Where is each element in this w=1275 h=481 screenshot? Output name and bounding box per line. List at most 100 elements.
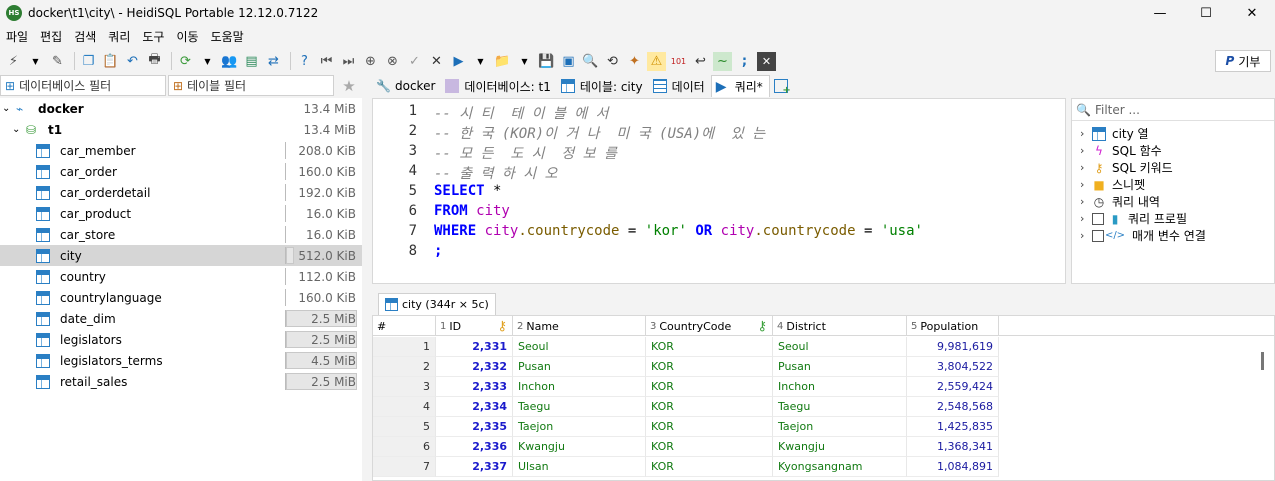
grid-scrollbar-thumb[interactable]: [1261, 352, 1264, 370]
cancel-icon[interactable]: ✕: [427, 52, 446, 71]
first-icon[interactable]: ⏮: [317, 52, 336, 71]
population-cell[interactable]: 3,804,522: [907, 357, 999, 377]
id-cell[interactable]: 2,334: [436, 397, 513, 417]
tree-table-item[interactable]: retail_sales 2.5 MiB: [0, 371, 362, 392]
countrycode-cell[interactable]: KOR: [646, 357, 773, 377]
helper-filter-input[interactable]: 🔍 Filter ...: [1072, 99, 1274, 121]
column-header-id[interactable]: 1 ID ⚷: [436, 316, 513, 336]
tree-table-item[interactable]: car_product 16.0 KiB: [0, 203, 362, 224]
district-cell[interactable]: Taejon: [773, 417, 907, 437]
expand-chevron-icon[interactable]: ⌄: [2, 103, 16, 114]
population-cell[interactable]: 1,084,891: [907, 457, 999, 477]
beautify-icon[interactable]: ✦: [625, 52, 644, 71]
population-cell[interactable]: 1,368,341: [907, 437, 999, 457]
countrycode-cell[interactable]: KOR: [646, 457, 773, 477]
countrycode-cell[interactable]: KOR: [646, 437, 773, 457]
column-header-countrycode[interactable]: 3 CountryCode ⚷: [646, 316, 773, 336]
wrap-icon[interactable]: ↩: [691, 52, 710, 71]
row-number-cell[interactable]: 5: [373, 417, 436, 437]
helper-item-snippets[interactable]: › ■ 스니펫: [1080, 176, 1145, 193]
chevron-right-icon[interactable]: ›: [1080, 212, 1092, 225]
autocomplete-icon[interactable]: ~: [713, 51, 732, 71]
tab-host[interactable]: 🔧 docker: [372, 75, 441, 97]
name-cell[interactable]: Seoul: [513, 337, 646, 357]
result-tab-city[interactable]: city (344r × 5c): [378, 293, 496, 315]
post-icon[interactable]: ✓: [405, 52, 424, 71]
dropdown-arrow-icon[interactable]: ▼: [198, 52, 217, 71]
id-cell[interactable]: 2,335: [436, 417, 513, 437]
table-row[interactable]: 4 2,334 Taegu KOR Taegu 2,548,568: [373, 397, 999, 417]
menu-search[interactable]: 검색: [74, 28, 96, 45]
tab-database[interactable]: 데이터베이스: t1: [441, 75, 556, 97]
table-filter-input[interactable]: ⊞ 테이블 필터: [168, 75, 334, 96]
tree-table-item[interactable]: car_order 160.0 KiB: [0, 161, 362, 182]
id-cell[interactable]: 2,332: [436, 357, 513, 377]
menu-file[interactable]: 파일: [6, 28, 28, 45]
result-grid[interactable]: # 1 ID ⚷ 2 Name 3 CountryCode ⚷ 4 Distri…: [372, 315, 1275, 481]
delete-icon[interactable]: ⊗: [383, 52, 402, 71]
name-cell[interactable]: Taegu: [513, 397, 646, 417]
vertical-splitter[interactable]: [362, 75, 372, 481]
binary-icon[interactable]: 101: [669, 52, 688, 71]
tree-database-t1[interactable]: ⌄ ⛁ t1 13.4 MiB: [0, 119, 362, 140]
tab-table[interactable]: 테이블: city: [557, 75, 649, 97]
id-cell[interactable]: 2,337: [436, 457, 513, 477]
row-number-cell[interactable]: 3: [373, 377, 436, 397]
help-icon[interactable]: ?: [295, 52, 314, 71]
name-cell[interactable]: Pusan: [513, 357, 646, 377]
tree-table-item[interactable]: legislators 2.5 MiB: [0, 329, 362, 350]
table-row[interactable]: 1 2,331 Seoul KOR Seoul 9,981,619: [373, 337, 999, 357]
favorites-star-icon[interactable]: ★: [334, 75, 364, 97]
undo-icon[interactable]: ↶: [123, 52, 142, 71]
countrycode-cell[interactable]: KOR: [646, 377, 773, 397]
save-icon[interactable]: 💾: [537, 52, 556, 71]
helper-item-columns[interactable]: › city 열: [1080, 125, 1149, 142]
refresh-icon[interactable]: ⟳: [176, 52, 195, 71]
find-icon[interactable]: 🔍: [581, 52, 600, 71]
paste-icon[interactable]: 📋: [101, 52, 120, 71]
profile-checkbox[interactable]: [1092, 212, 1104, 225]
chevron-right-icon[interactable]: ›: [1080, 178, 1092, 191]
open-folder-icon[interactable]: 📁: [493, 52, 512, 71]
table-row[interactable]: 3 2,333 Inchon KOR Inchon 2,559,424: [373, 377, 999, 397]
row-number-cell[interactable]: 2: [373, 357, 436, 377]
countrycode-cell[interactable]: KOR: [646, 337, 773, 357]
menu-goto[interactable]: 이동: [176, 28, 198, 45]
disconnect-icon[interactable]: ✎: [48, 52, 67, 71]
name-cell[interactable]: Ulsan: [513, 457, 646, 477]
chevron-right-icon[interactable]: ›: [1080, 229, 1092, 242]
row-number-cell[interactable]: 4: [373, 397, 436, 417]
replace-icon[interactable]: ⟲: [603, 52, 622, 71]
database-filter-input[interactable]: ⊞ 데이터베이스 필터: [0, 75, 166, 96]
name-cell[interactable]: Inchon: [513, 377, 646, 397]
chevron-right-icon[interactable]: ›: [1080, 127, 1092, 140]
id-cell[interactable]: 2,331: [436, 337, 513, 357]
copy-icon[interactable]: ❐: [79, 52, 98, 71]
chevron-right-icon[interactable]: ›: [1080, 161, 1092, 174]
tab-query[interactable]: ▶ 쿼리*: [710, 75, 770, 97]
district-cell[interactable]: Taegu: [773, 397, 907, 417]
menu-edit[interactable]: 편집: [40, 28, 62, 45]
row-number-cell[interactable]: 1: [373, 337, 436, 357]
district-cell[interactable]: Kyongsangnam: [773, 457, 907, 477]
semicolon-icon[interactable]: ;: [735, 52, 754, 71]
donate-button[interactable]: P 기부: [1215, 50, 1271, 72]
row-number-cell[interactable]: 6: [373, 437, 436, 457]
table-row[interactable]: 2 2,332 Pusan KOR Pusan 3,804,522: [373, 357, 999, 377]
user-manager-icon[interactable]: 👥: [220, 52, 239, 71]
id-cell[interactable]: 2,333: [436, 377, 513, 397]
helper-item-functions[interactable]: › ϟ SQL 함수: [1080, 142, 1162, 159]
helper-item-bind-params[interactable]: › </> 매개 변수 연결: [1080, 227, 1206, 244]
transfer-icon[interactable]: ⇄: [264, 52, 283, 71]
id-cell[interactable]: 2,336: [436, 437, 513, 457]
tree-server-docker[interactable]: ⌄ ⌁ docker 13.4 MiB: [0, 98, 362, 119]
population-cell[interactable]: 1,425,835: [907, 417, 999, 437]
table-row[interactable]: 7 2,337 Ulsan KOR Kyongsangnam 1,084,891: [373, 457, 999, 477]
save-snippet-icon[interactable]: ▣: [559, 52, 578, 71]
add-icon[interactable]: ⊕: [361, 52, 380, 71]
tree-table-item[interactable]: car_member 208.0 KiB: [0, 140, 362, 161]
menu-query[interactable]: 쿼리: [108, 28, 130, 45]
tree-table-item[interactable]: country 112.0 KiB: [0, 266, 362, 287]
tree-table-item[interactable]: date_dim 2.5 MiB: [0, 308, 362, 329]
bind-params-checkbox[interactable]: [1092, 229, 1104, 242]
